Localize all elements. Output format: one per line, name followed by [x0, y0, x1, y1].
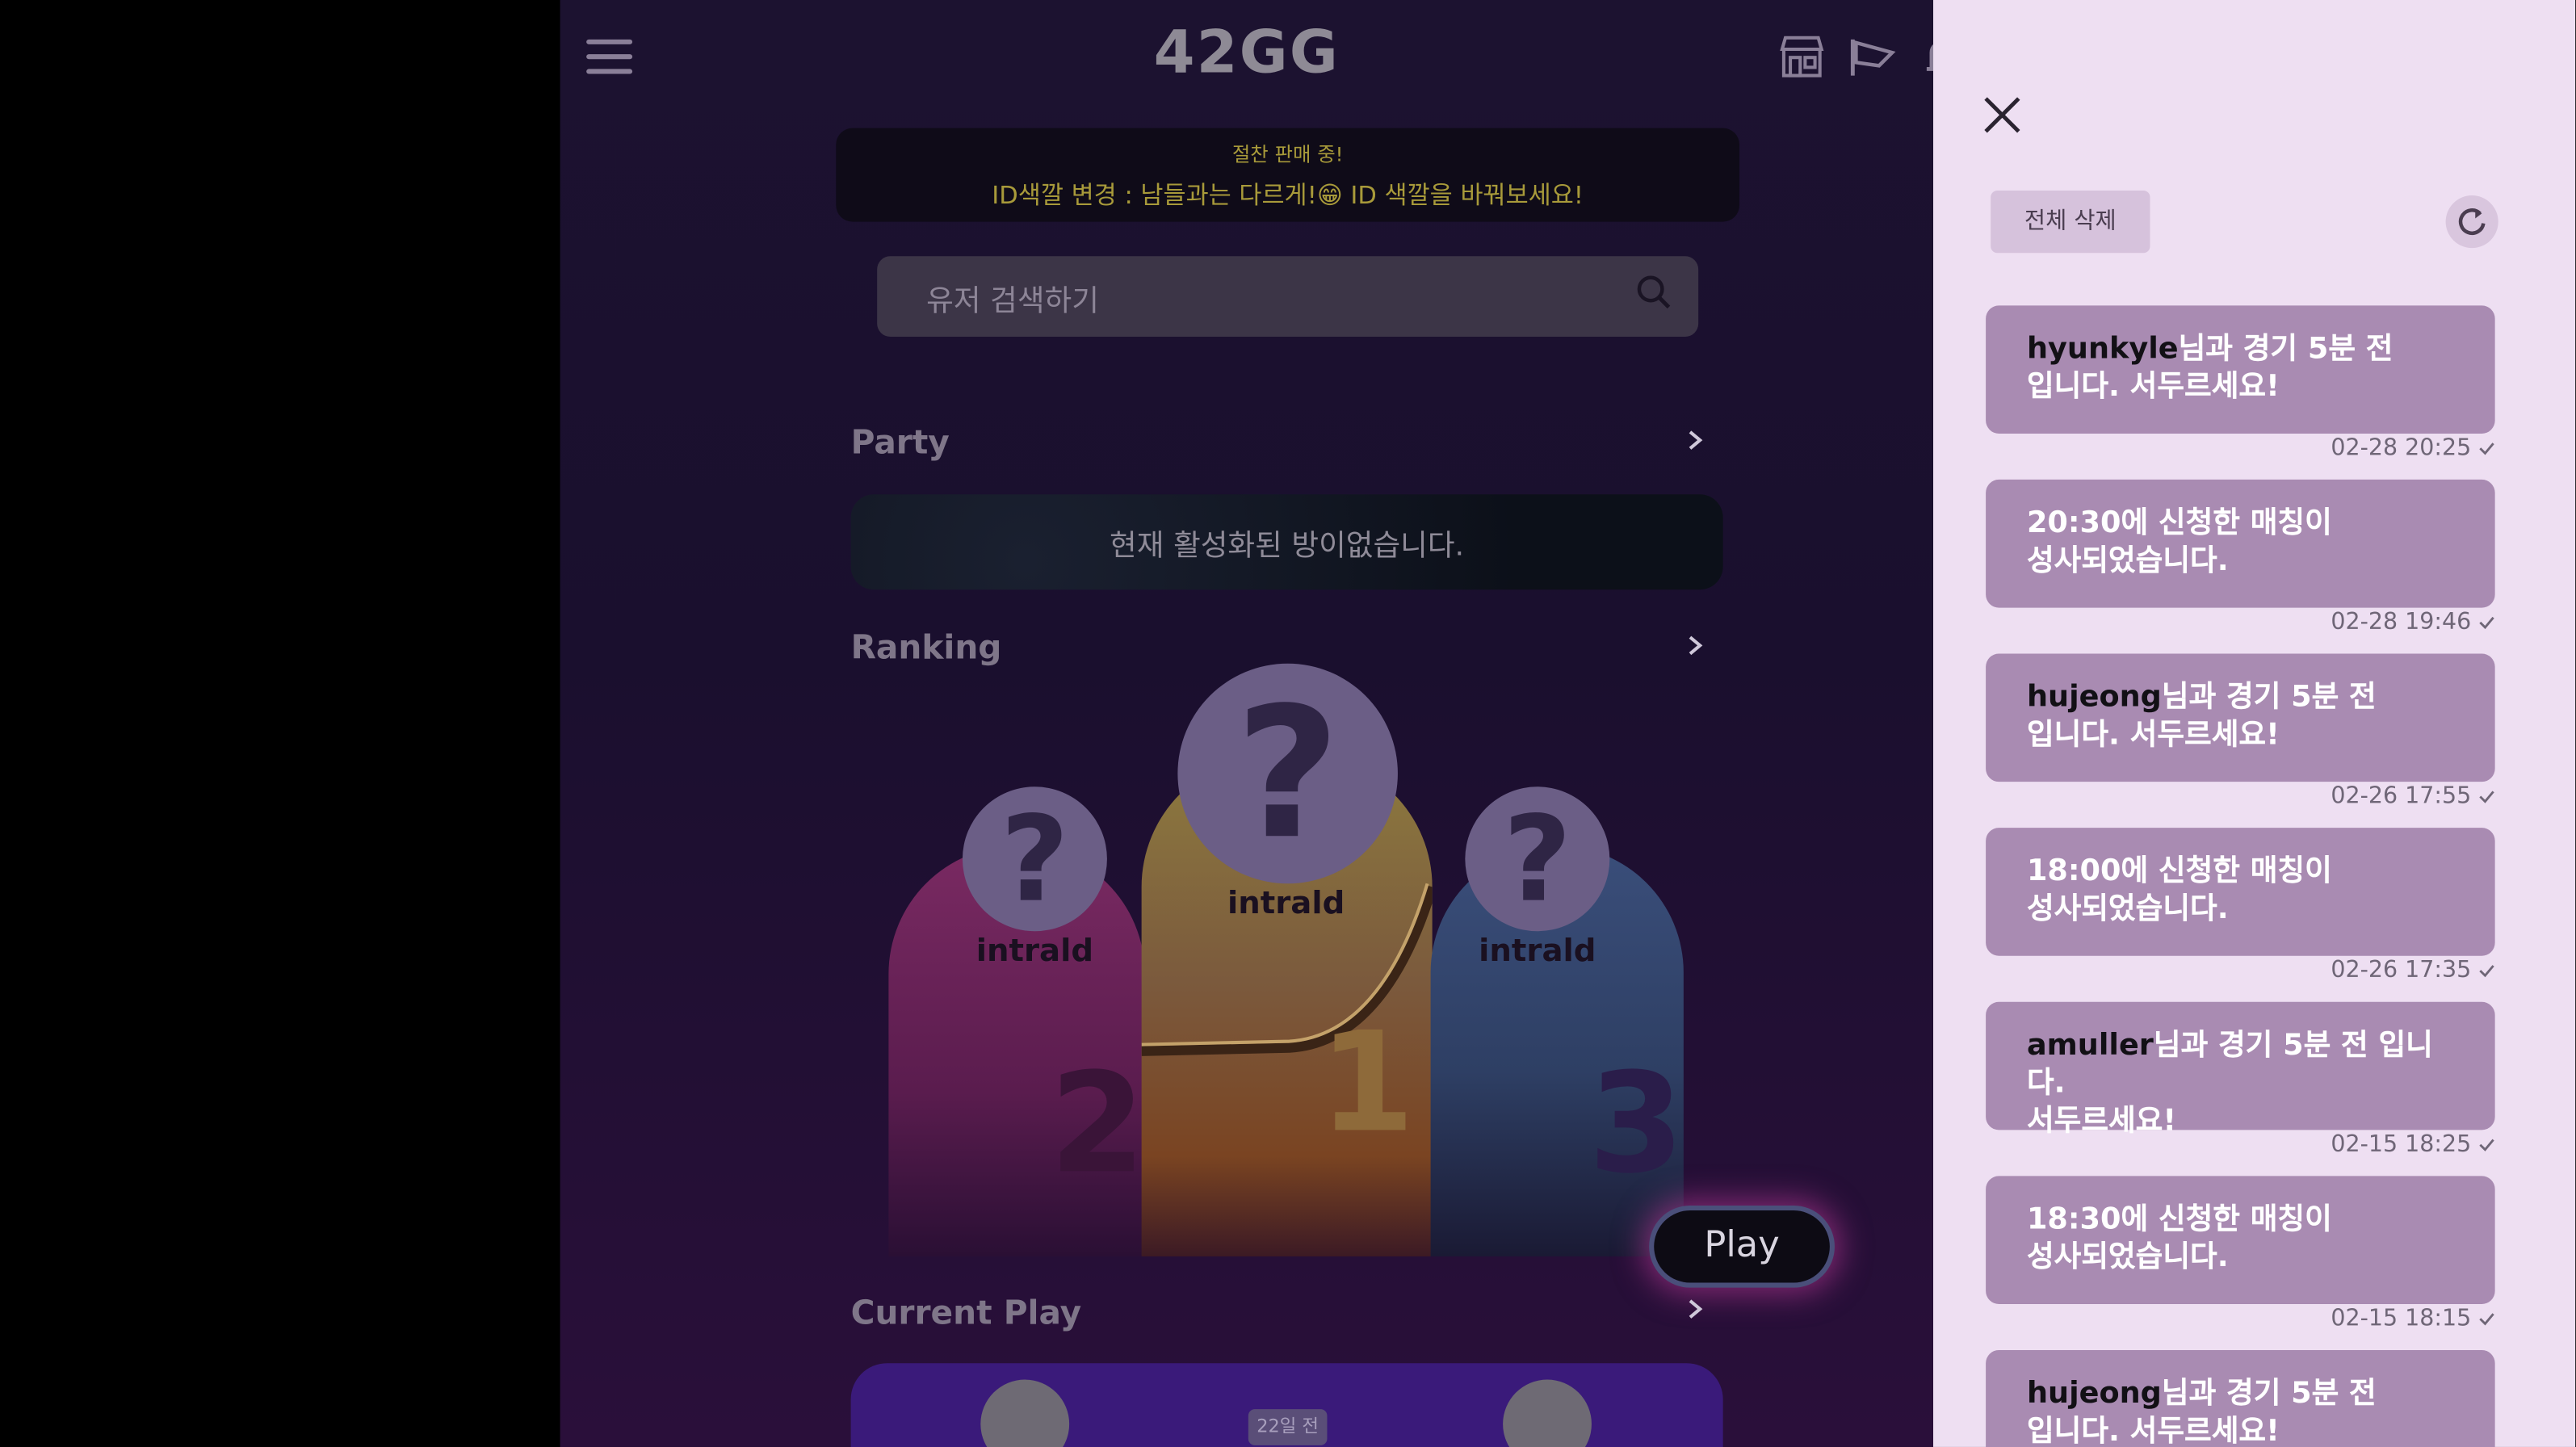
notification-card[interactable]: hujeong님과 경기 5분 전 입니다. 서두르세요!	[1986, 653, 2495, 782]
notification-line2: 입니다. 서두르세요!	[2026, 717, 2280, 753]
party-chevron-right-icon[interactable]	[1684, 429, 1706, 451]
party-section-title: Party	[850, 422, 950, 462]
store-icon[interactable]	[1776, 30, 1828, 82]
notification-time: 02-28 20:25	[1986, 435, 2495, 462]
notification-time: 02-15 18:15	[1986, 1306, 2495, 1332]
notification-item[interactable]: hujeong님과 경기 5분 전 입니다. 서두르세요!	[1986, 1349, 2495, 1447]
check-icon	[2479, 442, 2494, 455]
notification-item[interactable]: 18:00에 신청한 매칭이 성사되었습니다. 02-26 17:35	[1986, 828, 2495, 984]
player-right-avatar[interactable]	[1503, 1379, 1592, 1447]
rank-2-name[interactable]: intrald	[936, 933, 1133, 969]
check-icon	[2479, 616, 2494, 630]
notification-time: 02-26 17:35	[1986, 958, 2495, 984]
notification-card[interactable]: 18:30에 신청한 매칭이 성사되었습니다.	[1986, 1176, 2495, 1304]
notice-text: ID색깔 변경 : 남들과는 다르게!😁 ID 색깔을 바꿔보세요!	[992, 180, 1584, 211]
party-empty-text: 현재 활성화된 방이없습니다.	[1110, 528, 1465, 564]
current-play-time: 22일 전	[1248, 1409, 1328, 1445]
delete-all-button[interactable]: 전체 삭제	[1991, 190, 2150, 254]
close-icon[interactable]	[1979, 92, 2025, 138]
notification-user: hyunkyle	[2026, 331, 2179, 367]
notification-time: 02-26 17:55	[1986, 783, 2495, 810]
search-icon[interactable]	[1636, 275, 1672, 311]
rank-number-1: 1	[1319, 1001, 1416, 1164]
notification-line1: 18:00에 신청한 매칭이	[2026, 854, 2332, 889]
notification-item[interactable]: 18:30에 신청한 매칭이 성사되었습니다. 02-15 18:15	[1986, 1176, 2495, 1332]
check-icon	[2479, 1313, 2494, 1326]
notification-line1: 님과 경기 5분 전	[2161, 1376, 2377, 1411]
notification-line2: 입니다. 서두르세요!	[2026, 1414, 2280, 1447]
screen: 42GG 절찬 판매 중! ID색깔 변경 : 남들과는 다르게!😁 ID 색깔…	[0, 0, 2576, 1447]
app-logo[interactable]: 42GG	[560, 19, 1933, 86]
bell-icon[interactable]	[1917, 30, 1934, 82]
rank-1-avatar[interactable]: ?	[1177, 663, 1398, 884]
sale-notice-banner[interactable]: 절찬 판매 중! ID색깔 변경 : 남들과는 다르게!😁 ID 색깔을 바꿔보…	[836, 128, 1740, 222]
notification-line2: 입니다. 서두르세요!	[2026, 369, 2280, 405]
user-search-bar[interactable]: 유저 검색하기	[877, 256, 1699, 337]
current-play-chevron-right-icon[interactable]	[1684, 1298, 1706, 1320]
notification-user: hujeong	[2026, 1376, 2162, 1411]
notification-line2: 성사되었습니다.	[2026, 891, 2229, 927]
notification-card[interactable]: hujeong님과 경기 5분 전 입니다. 서두르세요!	[1986, 1349, 2495, 1447]
notification-item[interactable]: hyunkyle님과 경기 5분 전 입니다. 서두르세요! 02-28 20:…	[1986, 305, 2495, 462]
notification-panel: 전체 삭제 hyunkyle님과 경기 5분 전 입니다. 서두르세요! 02-…	[1933, 0, 2576, 1447]
rank-3-avatar[interactable]: ?	[1465, 786, 1610, 932]
refresh-button[interactable]	[2445, 195, 2498, 249]
rank-2-avatar[interactable]: ?	[962, 786, 1107, 932]
notification-line1: 님과 경기 5분 전	[2178, 331, 2393, 367]
notification-card[interactable]: 18:00에 신청한 매칭이 성사되었습니다.	[1986, 828, 2495, 956]
rank-3-name[interactable]: intrald	[1439, 933, 1636, 969]
notification-line1: 20:30에 신청한 매칭이	[2026, 505, 2332, 541]
player-left-avatar[interactable]	[980, 1379, 1070, 1447]
check-icon	[2479, 965, 2494, 978]
megaphone-icon[interactable]	[1846, 30, 1898, 82]
ranking-chevron-right-icon[interactable]	[1684, 634, 1706, 656]
notification-card[interactable]: hyunkyle님과 경기 5분 전 입니다. 서두르세요!	[1986, 305, 2495, 434]
current-play-section-title: Current Play	[850, 1292, 1082, 1332]
rank-number-3: 3	[1588, 1042, 1684, 1204]
notification-card[interactable]: amuller님과 경기 5분 전 입니다. 서두르세요!	[1986, 1001, 2495, 1139]
ranking-section-title: Ranking	[850, 627, 1002, 667]
notification-item[interactable]: amuller님과 경기 5분 전 입니다. 서두르세요! 02-15 18:2…	[1986, 1001, 2495, 1158]
refresh-icon	[2458, 208, 2486, 235]
notification-item[interactable]: hujeong님과 경기 5분 전 입니다. 서두르세요! 02-26 17:5…	[1986, 653, 2495, 810]
notification-item[interactable]: 20:30에 신청한 매칭이 성사되었습니다. 02-28 19:46	[1986, 479, 2495, 635]
party-empty-box: 현재 활성화된 방이없습니다.	[850, 494, 1723, 590]
rank-number-2: 2	[1049, 1042, 1145, 1204]
notification-user: hujeong	[2026, 680, 2162, 715]
notification-user: amuller	[2026, 1028, 2154, 1063]
notification-card[interactable]: 20:30에 신청한 매칭이 성사되었습니다.	[1986, 479, 2495, 608]
rank-1-name[interactable]: intrald	[1188, 885, 1385, 921]
notification-line1: 18:30에 신청한 매칭이	[2026, 1202, 2332, 1237]
main-app: 42GG 절찬 판매 중! ID색깔 변경 : 남들과는 다르게!😁 ID 색깔…	[560, 0, 1934, 1447]
notification-line1: 님과 경기 5분 전	[2161, 680, 2377, 715]
notification-line2: 성사되었습니다.	[2026, 543, 2229, 578]
notification-line2: 성사되었습니다.	[2026, 1239, 2229, 1275]
check-icon	[2479, 1139, 2494, 1151]
notice-title: 절찬 판매 중!	[1231, 142, 1344, 166]
play-button[interactable]: Play	[1649, 1205, 1835, 1288]
current-play-card[interactable]: 22일 전	[850, 1363, 1723, 1447]
check-icon	[2479, 791, 2494, 803]
notification-time: 02-28 19:46	[1986, 610, 2495, 635]
search-input[interactable]: 유저 검색하기	[926, 278, 1099, 321]
